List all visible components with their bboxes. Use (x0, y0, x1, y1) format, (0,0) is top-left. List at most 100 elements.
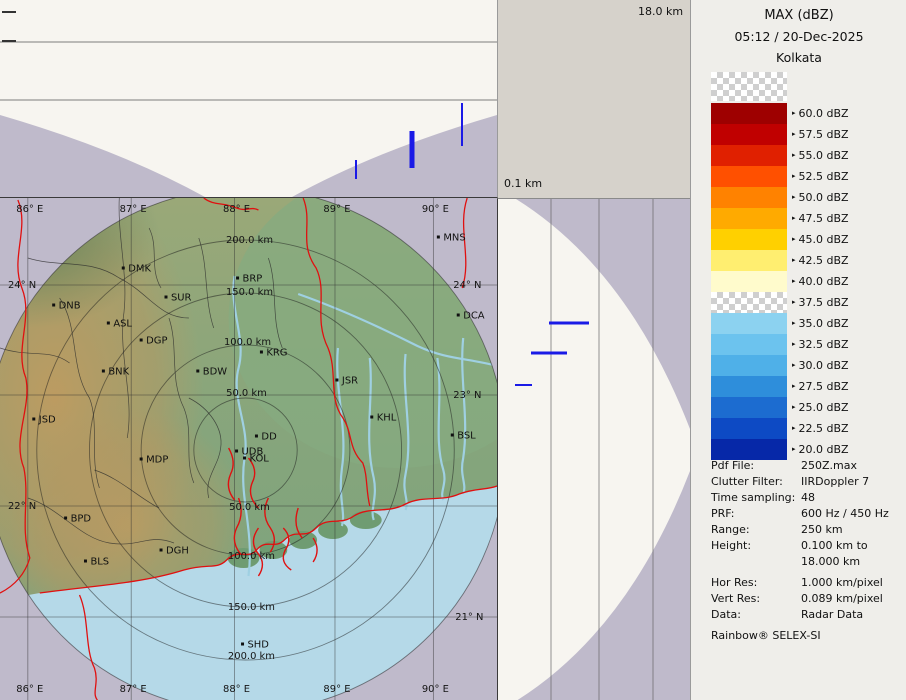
legend-arrow-icon: ▸ (792, 319, 796, 327)
range-ring-label: 200.0 km (226, 235, 273, 246)
city-label: JSD (38, 414, 56, 425)
city-dot (260, 351, 263, 354)
legend-row: ▸45.0 dBZ (711, 229, 901, 250)
lon-label: 88° E (223, 204, 250, 215)
city-label: KHL (377, 412, 397, 423)
legend-arrow-icon: ▸ (792, 193, 796, 201)
legend-arrow-icon: ▸ (792, 445, 796, 453)
legend-label: ▸37.5 dBZ (792, 296, 849, 309)
legend-label: ▸20.0 dBZ (792, 443, 849, 456)
city-dot (235, 450, 238, 453)
lat-label: 22° N (8, 501, 36, 512)
product-title: MAX (dBZ) (691, 8, 906, 23)
city-label: BSL (457, 430, 476, 441)
scan-datetime: 05:12 / 20-Dec-2025 (691, 29, 906, 44)
range-ring-label: 150.0 km (228, 602, 275, 613)
legend-row: ▸27.5 dBZ (711, 376, 901, 397)
info-row: PRF:600 Hz / 450 Hz (711, 506, 901, 522)
legend-label: ▸27.5 dBZ (792, 380, 849, 393)
info-row: Time sampling:48 (711, 490, 901, 506)
info-row: Range:250 km (711, 522, 901, 538)
info-row: Pdf File:250Z.max (711, 458, 901, 474)
city-dot (140, 339, 143, 342)
legend-arrow-icon: ▸ (792, 361, 796, 369)
legend-row: ▸32.5 dBZ (711, 334, 901, 355)
city-label: MNS (443, 232, 465, 243)
city-dot (107, 322, 110, 325)
legend-row: ▸50.0 dBZ (711, 187, 901, 208)
lon-label: 86° E (16, 204, 43, 215)
legend-swatch (711, 208, 787, 229)
city-label: BDW (203, 366, 227, 377)
city-dot (165, 296, 168, 299)
legend-row: ▸55.0 dBZ (711, 145, 901, 166)
legend-label: ▸55.0 dBZ (792, 149, 849, 162)
city-label: BPD (71, 513, 92, 524)
legend-swatch (711, 439, 787, 460)
side-cross-section-panel (497, 198, 690, 700)
legend-swatch (711, 145, 787, 166)
side-cross-section-canvas (498, 199, 690, 700)
city-dot (52, 304, 55, 307)
city-dot (243, 457, 246, 460)
legend-swatch (711, 355, 787, 376)
top-cross-section-canvas (0, 0, 497, 197)
city-label: JSR (341, 375, 358, 386)
info-row: Clutter Filter:IIRDoppler 7 (711, 474, 901, 490)
lat-label: 23° N (453, 390, 481, 401)
city-dot (32, 418, 35, 421)
city-label: DMK (128, 263, 151, 274)
city-label: KRG (266, 347, 287, 358)
city-dot (335, 379, 338, 382)
legend-label: ▸57.5 dBZ (792, 128, 849, 141)
city-dot (370, 416, 373, 419)
city-dot (196, 370, 199, 373)
range-ring-label: 200.0 km (228, 651, 275, 662)
city-dot (437, 236, 440, 239)
lon-label: 87° E (120, 204, 147, 215)
legend-arrow-icon: ▸ (792, 277, 796, 285)
legend-swatch (711, 124, 787, 145)
city-label: KOL (249, 453, 269, 464)
city-label: BNK (108, 366, 129, 377)
legend-swatch (711, 334, 787, 355)
lat-label: 21° N (455, 612, 483, 623)
city-label: DNB (59, 300, 81, 311)
city-label: ASL (113, 318, 132, 329)
city-dot (102, 370, 105, 373)
info-row: Data:Radar Data (711, 607, 901, 623)
side-height-axis-label: 0.1 km (504, 177, 542, 190)
legend-row: ▸25.0 dBZ (711, 397, 901, 418)
city-dot (457, 314, 460, 317)
city-label: MDP (146, 454, 168, 465)
legend-swatch (711, 418, 787, 439)
legend-row: ▸35.0 dBZ (711, 313, 901, 334)
legend-arrow-icon: ▸ (792, 109, 796, 117)
lon-label: 88° E (223, 684, 250, 695)
range-ring-label: 150.0 km (226, 287, 273, 298)
legend-row: ▸30.0 dBZ (711, 355, 901, 376)
legend-label: ▸50.0 dBZ (792, 191, 849, 204)
info-row: Height:0.100 km to (711, 538, 901, 554)
lon-label: 90° E (422, 204, 449, 215)
legend-arrow-icon: ▸ (792, 256, 796, 264)
city-dot (451, 434, 454, 437)
legend-row: ▸57.5 dBZ (711, 124, 901, 145)
legend-swatch (711, 397, 787, 418)
lat-label: 24° N (8, 280, 36, 291)
legend-swatch (711, 250, 787, 271)
legend-swatch (711, 103, 787, 124)
legend-label: ▸22.5 dBZ (792, 422, 849, 435)
range-ring-label: 100.0 km (228, 551, 275, 562)
info-row: Hor Res:1.000 km/pixel (711, 575, 901, 591)
legend-label: ▸25.0 dBZ (792, 401, 849, 414)
city-dot (140, 458, 143, 461)
legend-arrow-icon: ▸ (792, 172, 796, 180)
city-label: DD (261, 431, 277, 442)
legend-arrow-icon: ▸ (792, 151, 796, 159)
legend-row: ▸52.5 dBZ (711, 166, 901, 187)
legend-label: ▸52.5 dBZ (792, 170, 849, 183)
legend-swatch (711, 313, 787, 334)
city-label: SUR (171, 292, 192, 303)
software-brand: Rainbow® SELEX-SI (711, 629, 901, 642)
